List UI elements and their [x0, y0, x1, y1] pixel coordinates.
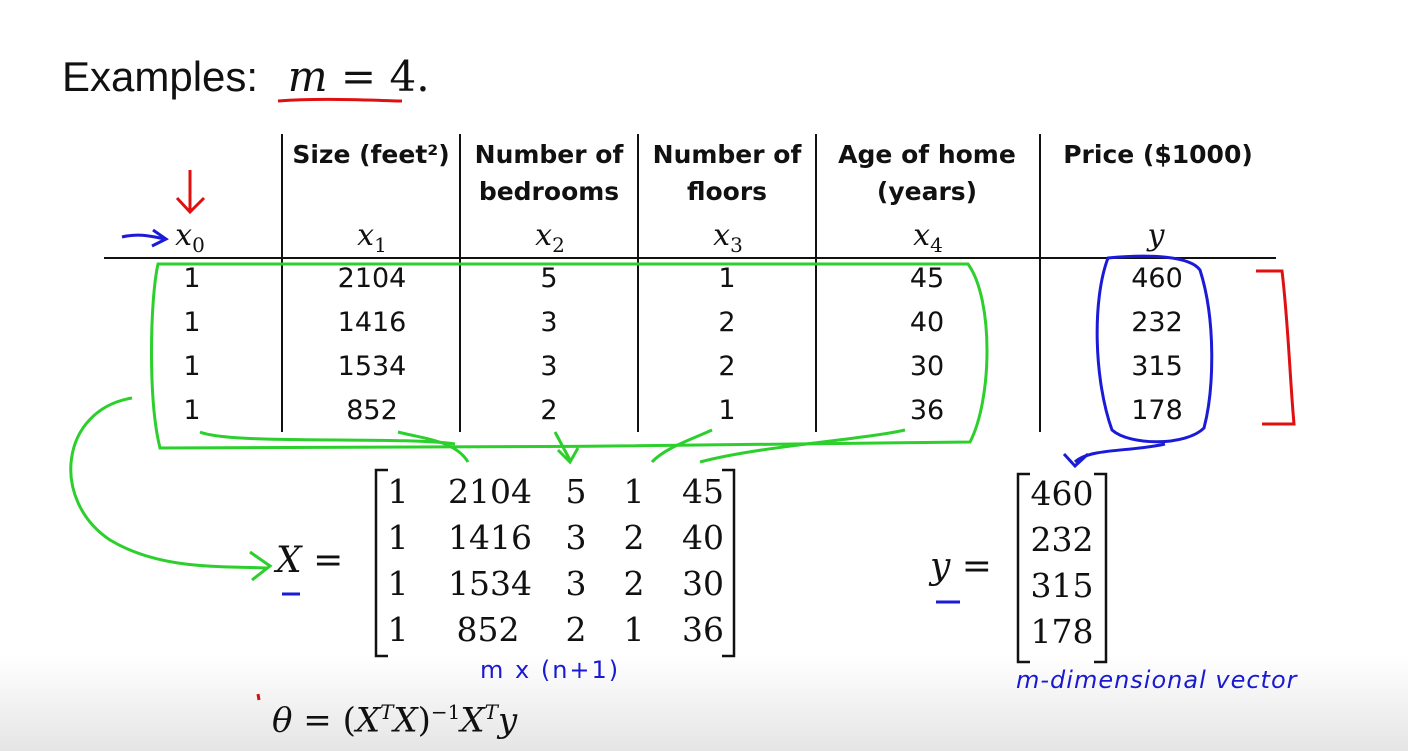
vector-y-brackets: [1016, 472, 1108, 664]
title-underline: [277, 97, 403, 103]
red-bracket: [1256, 269, 1296, 426]
blue-arrow-icon: [121, 228, 169, 248]
blue-arrow-to-vector: [1062, 442, 1166, 469]
green-arrows: [69, 396, 906, 582]
ink-layer: [69, 97, 1296, 701]
red-arrow-icon: [175, 170, 206, 215]
red-tick-mark: [256, 693, 261, 701]
green-feature-box: [150, 261, 989, 450]
blue-price-oval: [1095, 254, 1214, 444]
matrix-x-brackets: [374, 468, 736, 658]
